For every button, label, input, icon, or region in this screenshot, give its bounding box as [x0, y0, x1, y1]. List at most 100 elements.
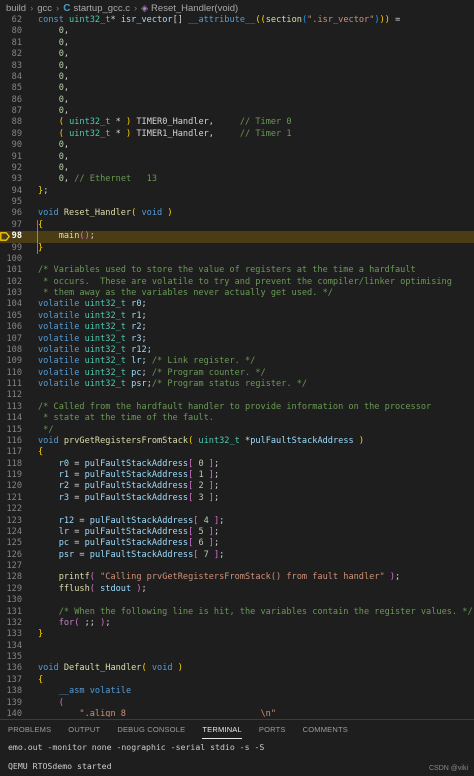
line-number[interactable]: 114	[6, 413, 22, 424]
code-line[interactable]: 107 volatile uint32_t r3;	[0, 334, 474, 345]
line-number[interactable]: 111	[6, 379, 22, 390]
code-line[interactable]: 81 0,	[0, 38, 474, 49]
tab-problems[interactable]: PROBLEMS	[8, 725, 51, 734]
line-number[interactable]: 130	[6, 595, 22, 606]
line-number[interactable]: 126	[6, 550, 22, 561]
code-line[interactable]: 85 0,	[0, 83, 474, 94]
code-line[interactable]: 87 0,	[0, 106, 474, 117]
code-line[interactable]: 96 void Reset_Handler( void )	[0, 208, 474, 219]
line-number[interactable]: 125	[6, 538, 22, 549]
breadcrumb-item-gcc[interactable]: gcc	[37, 3, 52, 14]
code-line[interactable]: 97 {	[0, 219, 474, 232]
code-line[interactable]: 113 /* Called from the hardfault handler …	[0, 402, 474, 413]
line-number[interactable]: 108	[6, 345, 22, 356]
line-number[interactable]: 85	[6, 83, 22, 94]
line-number[interactable]: 102	[6, 277, 22, 288]
code-line[interactable]: 114 * state at the time of the fault.	[0, 413, 474, 424]
line-number[interactable]: 135	[6, 652, 22, 663]
line-number[interactable]: 105	[6, 311, 22, 322]
code-line[interactable]: 82 0,	[0, 49, 474, 60]
line-number[interactable]: 62	[6, 15, 22, 26]
line-number[interactable]: 112	[6, 390, 22, 401]
code-line[interactable]: 128 printf( "Calling prvGetRegistersFrom…	[0, 572, 474, 583]
code-line[interactable]: 129 fflush( stdout );	[0, 584, 474, 595]
code-line[interactable]: 127	[0, 561, 474, 572]
code-line[interactable]: 118 r0 = pulFaultStackAddress[ 0 ];	[0, 459, 474, 470]
line-number[interactable]: 83	[6, 61, 22, 72]
line-number[interactable]: 93	[6, 174, 22, 185]
line-number[interactable]: 88	[6, 117, 22, 128]
line-number[interactable]: 119	[6, 470, 22, 481]
line-number[interactable]: 96	[6, 208, 22, 219]
code-line[interactable]: 106 volatile uint32_t r2;	[0, 322, 474, 333]
line-number[interactable]: 91	[6, 152, 22, 163]
code-line[interactable]: 133}	[0, 629, 474, 640]
line-number[interactable]: 136	[6, 663, 22, 674]
line-number[interactable]: 120	[6, 481, 22, 492]
tab-output[interactable]: OUTPUT	[68, 725, 100, 734]
line-number[interactable]: 82	[6, 49, 22, 60]
line-number[interactable]: 80	[6, 26, 22, 37]
code-line[interactable]: 135	[0, 652, 474, 663]
code-line[interactable]: 117 {	[0, 447, 474, 458]
line-number[interactable]: 100	[6, 254, 22, 265]
code-line[interactable]: 136 void Default_Handler( void )	[0, 663, 474, 674]
code-line[interactable]: 111 volatile uint32_t psr;/* Program stat…	[0, 379, 474, 390]
tab-comments[interactable]: COMMENTS	[303, 725, 348, 734]
line-number[interactable]: 139	[6, 698, 22, 709]
code-line[interactable]: 91 0,	[0, 152, 474, 163]
code-line[interactable]: 110 volatile uint32_t pc; /* Program coun…	[0, 368, 474, 379]
code-line[interactable]: 101 /* Variables used to store the value …	[0, 265, 474, 276]
code-line[interactable]: 90 0,	[0, 140, 474, 151]
code-line[interactable]: 92 0,	[0, 163, 474, 174]
line-number[interactable]: 106	[6, 322, 22, 333]
line-number[interactable]: 134	[6, 641, 22, 652]
code-editor[interactable]: 62 const uint32_t* isr_vector[] __attribu…	[0, 15, 474, 717]
line-number[interactable]: 99	[6, 243, 22, 254]
line-number[interactable]: 84	[6, 72, 22, 83]
code-line[interactable]: 89 ( uint32_t * ) TIMER1_Handler, // Tim…	[0, 129, 474, 140]
code-line[interactable]: 120 r2 = pulFaultStackAddress[ 2 ];	[0, 481, 474, 492]
code-line[interactable]: 84 0,	[0, 72, 474, 83]
code-line[interactable]: 104 volatile uint32_t r0;	[0, 299, 474, 310]
code-line[interactable]: 126 psr = pulFaultStackAddress[ 7 ];	[0, 550, 474, 561]
line-number[interactable]: 104	[6, 299, 22, 310]
code-line[interactable]: 95	[0, 197, 474, 208]
line-number[interactable]: 97	[6, 220, 22, 231]
line-number[interactable]: 127	[6, 561, 22, 572]
code-line[interactable]: 93 0, // Ethernet 13	[0, 174, 474, 185]
line-number[interactable]: 115	[6, 425, 22, 436]
code-line[interactable]: 94};	[0, 186, 474, 197]
terminal-panel[interactable]: emo.out -monitor none -nographic -serial…	[0, 739, 474, 776]
debug-current-line-arrow-icon[interactable]	[0, 232, 11, 241]
code-line[interactable]: 121 r3 = pulFaultStackAddress[ 3 ];	[0, 493, 474, 504]
line-number[interactable]: 89	[6, 129, 22, 140]
line-number[interactable]: 92	[6, 163, 22, 174]
breadcrumb-item-symbol[interactable]: Reset_Handler(void)	[151, 3, 238, 14]
line-number[interactable]: 109	[6, 356, 22, 367]
line-number[interactable]: 122	[6, 504, 22, 515]
line-number[interactable]: 123	[6, 516, 22, 527]
code-line[interactable]: 86 0,	[0, 95, 474, 106]
code-line[interactable]: 137 {	[0, 675, 474, 686]
line-number[interactable]: 138	[6, 686, 22, 697]
line-number[interactable]: 133	[6, 629, 22, 640]
line-number[interactable]: 116	[6, 436, 22, 447]
code-line[interactable]: 139 (	[0, 698, 474, 709]
line-number[interactable]: 90	[6, 140, 22, 151]
code-line[interactable]: 100	[0, 254, 474, 265]
line-number[interactable]: 129	[6, 584, 22, 595]
code-line[interactable]: 112	[0, 390, 474, 401]
code-line[interactable]: 123 r12 = pulFaultStackAddress[ 4 ];	[0, 516, 474, 527]
breadcrumb-item-file[interactable]: startup_gcc.c	[73, 3, 130, 14]
code-line[interactable]: 125 pc = pulFaultStackAddress[ 6 ];	[0, 538, 474, 549]
code-line[interactable]: 109 volatile uint32_t lr; /* Link registe…	[0, 356, 474, 367]
line-number[interactable]: 117	[6, 447, 22, 458]
code-line[interactable]: 138 __asm volatile	[0, 686, 474, 697]
line-number[interactable]: 101	[6, 265, 22, 276]
code-line[interactable]: 88 ( uint32_t * ) TIMER0_Handler, // Tim…	[0, 117, 474, 128]
line-number[interactable]: 110	[6, 368, 22, 379]
code-line[interactable]: 80 0,	[0, 26, 474, 37]
code-line[interactable]: 140 ".align 8 \n"	[0, 709, 474, 717]
line-number[interactable]: 107	[6, 334, 22, 345]
